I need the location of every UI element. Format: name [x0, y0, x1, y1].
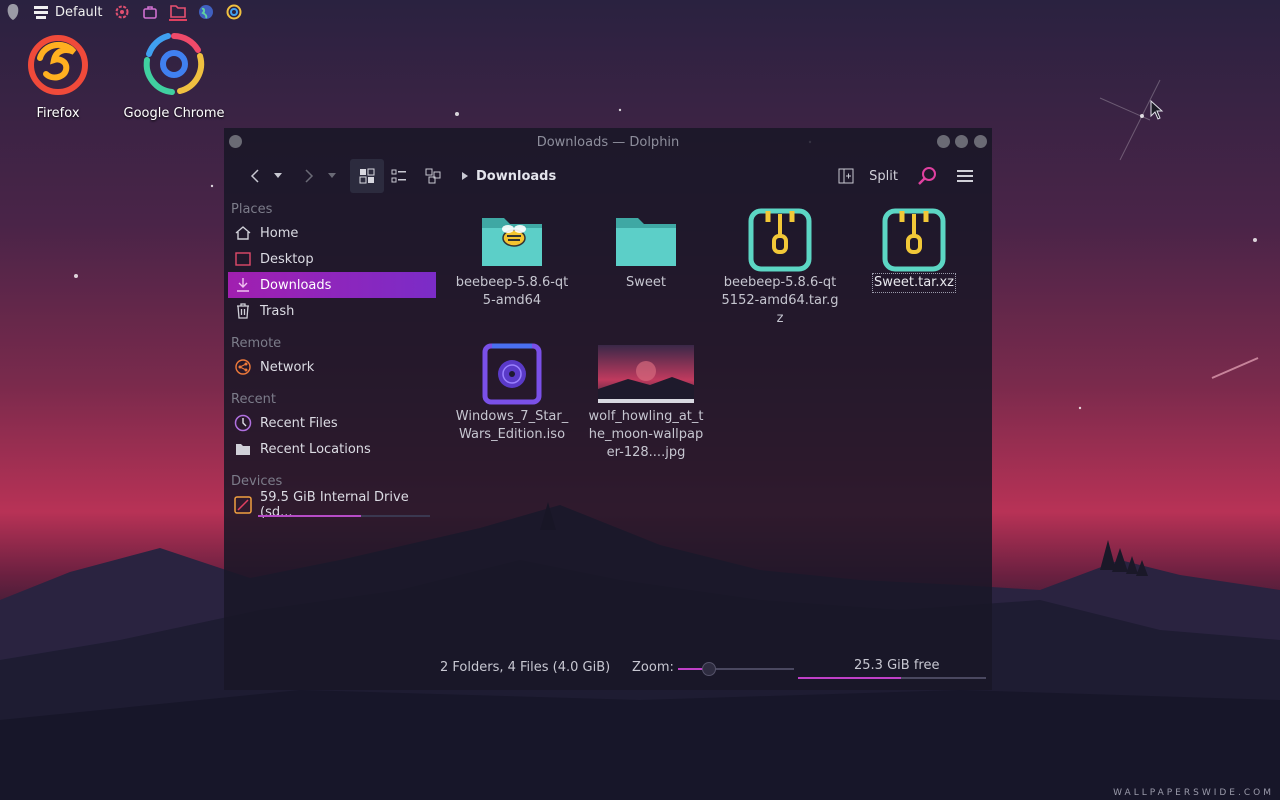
file-name: beebeep-5.8.6-qt5-amd64: [455, 275, 569, 308]
file-item[interactable]: beebeep-5.8.6-qt5152-amd64.tar.gz: [718, 208, 842, 328]
breadcrumb-arrow-icon: [462, 172, 468, 180]
sidebar-item-desktop[interactable]: Desktop: [228, 246, 436, 272]
forward-button[interactable]: [294, 161, 324, 191]
forward-history-dropdown[interactable]: [324, 161, 340, 191]
sidebar-item-label: Network: [260, 359, 315, 375]
file-name: Windows_7_Star_Wars_Edition.iso: [455, 409, 569, 442]
kde-logo-icon[interactable]: [4, 3, 22, 21]
sidebar-item-home[interactable]: Home: [228, 220, 436, 246]
settings-gear-icon[interactable]: [113, 3, 131, 21]
toolbar-right: Split: [831, 161, 980, 191]
home-icon: [234, 224, 252, 242]
section-title-remote: Remote: [231, 336, 282, 351]
downloads-icon: [234, 276, 252, 294]
software-center-icon[interactable]: [141, 3, 159, 21]
disc-image-icon: [480, 342, 544, 406]
icons-view-button[interactable]: [350, 159, 384, 193]
file-name: Sweet: [626, 275, 666, 290]
free-space-label: 25.3 GiB free: [854, 658, 940, 673]
compact-view-button[interactable]: [384, 161, 414, 191]
hamburger-menu-icon[interactable]: [950, 161, 980, 191]
file-name: wolf_howling_at_the_moon-wallpaper-128..…: [588, 409, 704, 460]
sidebar-item-trash[interactable]: Trash: [228, 298, 436, 324]
google-chrome-icon: [140, 30, 208, 102]
file-item-selected[interactable]: Sweet.tar.xz: [852, 208, 976, 293]
trash-icon: [234, 302, 252, 320]
folder-icon: [614, 208, 678, 272]
desktop-icon-google-chrome[interactable]: Google Chrome: [119, 30, 229, 121]
network-icon: [234, 358, 252, 376]
sidebar-item-label: Trash: [260, 303, 295, 319]
maximize-button[interactable]: [955, 135, 968, 148]
sidebar-item-label: Downloads: [260, 277, 332, 293]
file-manager-icon[interactable]: [168, 3, 187, 21]
close-button[interactable]: [974, 135, 987, 148]
drive-usage-bar: [258, 515, 430, 517]
back-history-dropdown[interactable]: [270, 161, 286, 191]
chrome-taskbar-icon[interactable]: [225, 3, 243, 21]
sidebar-item-label: Desktop: [260, 251, 314, 267]
file-item[interactable]: Sweet: [584, 208, 708, 292]
zoom-label: Zoom:: [632, 660, 674, 675]
main-toolbar: Downloads Split: [224, 156, 992, 196]
folder-summary: 2 Folders, 4 Files (4.0 GiB): [440, 660, 611, 675]
file-item[interactable]: wolf_howling_at_the_moon-wallpaper-128..…: [584, 342, 708, 462]
activity-label: Default: [55, 4, 103, 20]
mouse-cursor-icon: [1150, 99, 1164, 124]
breadcrumb[interactable]: Downloads: [462, 169, 556, 184]
archive-icon: [882, 208, 946, 272]
window-menu-button[interactable]: [229, 135, 242, 148]
split-view-icon[interactable]: [831, 161, 861, 191]
file-name: beebeep-5.8.6-qt5152-amd64.tar.gz: [721, 275, 839, 326]
sidebar-item-recent-files[interactable]: Recent Files: [228, 410, 436, 436]
section-title-places: Places: [231, 202, 273, 217]
firefox-icon: [26, 32, 90, 102]
places-panel: Places Home Desktop Downloads Trash Remo…: [228, 198, 436, 520]
file-item[interactable]: beebeep-5.8.6-qt5-amd64: [450, 208, 574, 310]
sidebar-item-label: Recent Files: [260, 415, 338, 431]
sidebar-item-label: Home: [260, 225, 299, 241]
archive-icon: [748, 208, 812, 272]
desktop-icon-firefox[interactable]: Firefox: [3, 32, 113, 121]
activity-switcher[interactable]: Default: [32, 3, 103, 21]
zoom-slider-handle[interactable]: [702, 662, 717, 676]
file-name: Sweet.tar.xz: [872, 273, 956, 293]
split-button[interactable]: Split: [869, 169, 898, 184]
zoom-slider[interactable]: [678, 662, 794, 676]
back-button[interactable]: [240, 161, 270, 191]
breadcrumb-current[interactable]: Downloads: [476, 169, 556, 184]
top-panel: Default: [0, 0, 270, 24]
free-space-bar: [798, 677, 986, 679]
file-item[interactable]: Windows_7_Star_Wars_Edition.iso: [450, 342, 574, 444]
recent-files-icon: [234, 414, 252, 432]
window-title: Downloads — Dolphin: [536, 134, 680, 150]
sidebar-item-internal-drive[interactable]: 59.5 GiB Internal Drive (sd...: [228, 490, 436, 520]
beebeep-folder-icon: [480, 208, 544, 272]
desktop-icon: [234, 250, 252, 268]
activity-icon: [32, 3, 50, 21]
status-bar: 2 Folders, 4 Files (4.0 GiB) Zoom: 25.3 …: [224, 650, 992, 690]
drive-icon: [234, 496, 252, 514]
dolphin-window: Downloads — Dolphin Downloads Split Plac…: [224, 128, 992, 690]
window-titlebar[interactable]: Downloads — Dolphin: [224, 128, 992, 156]
desktop-icon-label: Firefox: [36, 106, 80, 121]
recent-locations-icon: [234, 440, 252, 458]
details-view-button[interactable]: [418, 161, 448, 191]
sidebar-item-network[interactable]: Network: [228, 354, 436, 380]
web-browser-icon[interactable]: [197, 3, 215, 21]
desktop-icon-label: Google Chrome: [123, 106, 225, 121]
watermark: WALLPAPERSWIDE.COM: [1113, 788, 1274, 798]
section-title-recent: Recent: [231, 392, 276, 407]
sidebar-item-downloads[interactable]: Downloads: [228, 272, 436, 298]
image-thumbnail: [598, 342, 694, 406]
minimize-button[interactable]: [937, 135, 950, 148]
section-title-devices: Devices: [231, 474, 283, 489]
file-view[interactable]: beebeep-5.8.6-qt5-amd64 Sweet beebeep-5.…: [444, 198, 992, 650]
sidebar-item-recent-locations[interactable]: Recent Locations: [228, 436, 436, 462]
search-icon[interactable]: [912, 161, 942, 191]
sidebar-item-label: Recent Locations: [260, 441, 371, 457]
